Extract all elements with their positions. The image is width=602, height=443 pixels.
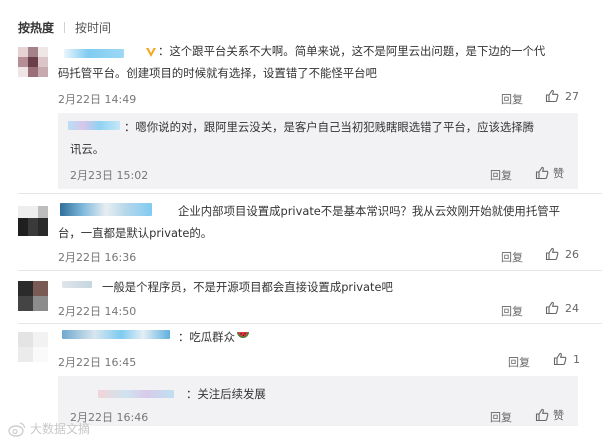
thumbs-up-icon [545, 89, 559, 103]
like-button[interactable]: 赞 [535, 165, 564, 181]
thumbs-up-icon [545, 301, 559, 315]
reply-button[interactable]: 回复 [501, 249, 523, 265]
avatar[interactable] [18, 281, 48, 311]
username-redacted[interactable] [60, 203, 152, 216]
like-button[interactable]: 赞 [535, 407, 564, 423]
thumbs-up-icon [553, 352, 567, 366]
like-button[interactable]: 27 [545, 89, 579, 103]
reply-text: ：嗯你说的对，跟阿里云没关，是客户自己当初犯贱瞎眼选错了平台，应该选择腾 [124, 120, 535, 134]
reply-text: 讯云。 [70, 142, 105, 156]
comment-divider [18, 270, 602, 271]
comment-timestamp: 2月22日 16:45 [58, 356, 137, 369]
avatar[interactable] [18, 332, 48, 362]
reply-button[interactable]: 回复 [490, 167, 512, 183]
username-redacted[interactable] [68, 121, 120, 130]
username-redacted[interactable] [62, 330, 170, 339]
like-count: 24 [565, 301, 579, 315]
like-button[interactable]: 26 [545, 247, 579, 261]
like-label: 赞 [553, 409, 564, 422]
weibo-logo-icon [8, 421, 26, 437]
reply-button[interactable]: 回复 [508, 354, 530, 370]
comment-text: 企业内部项目设置成private不是基本常识吗？我从云效刚开始就使用托管平 [178, 204, 560, 218]
reply-text: ：关注后续发展 [186, 387, 266, 401]
like-button[interactable]: 24 [545, 301, 579, 315]
watermark: 大数据文摘 [8, 420, 90, 437]
thumbs-up-icon [535, 408, 549, 422]
like-button[interactable]: 1 [553, 352, 580, 366]
username-redacted[interactable] [98, 390, 174, 398]
avatar[interactable] [18, 206, 48, 236]
sort-bar: 按热度 按时间 [18, 19, 111, 35]
sort-by-time-tab[interactable]: 按时间 [75, 19, 111, 36]
comment-text: ：吃瓜群众 [178, 327, 250, 347]
comment-divider [18, 323, 602, 324]
thumbs-up-icon [535, 166, 549, 180]
comment-divider [18, 193, 602, 194]
username-redacted[interactable] [62, 281, 92, 288]
avatar[interactable] [18, 47, 48, 77]
like-count: 26 [565, 247, 579, 261]
thumbs-up-icon [545, 247, 559, 261]
sort-separator [64, 21, 66, 33]
comment-text: ：这个跟平台关系不大啊。简单来说，这不是阿里云出问题，是下边的一个代 [158, 44, 546, 58]
comment-text: 一般是个程序员，不是开源项目都会直接设置成private吧 [102, 280, 393, 294]
watermelon-emoji-icon [236, 332, 249, 338]
watermark-text: 大数据文摘 [30, 422, 91, 436]
comment-text-body: ：吃瓜群众 [178, 330, 235, 344]
reply-button[interactable]: 回复 [501, 91, 523, 107]
reply-button[interactable]: 回复 [501, 303, 523, 319]
comment-timestamp: 2月22日 14:50 [58, 305, 137, 318]
like-label: 赞 [553, 167, 564, 180]
sort-by-hot-tab[interactable]: 按热度 [18, 19, 54, 36]
vip-badge-icon [146, 48, 156, 57]
comment-text: 台，一直都是默认private的。 [58, 226, 213, 240]
reply-timestamp: 2月23日 15:02 [70, 169, 149, 182]
like-count: 27 [565, 89, 579, 103]
reply-button[interactable]: 回复 [490, 409, 512, 425]
comment-timestamp: 2月22日 16:36 [58, 251, 137, 264]
comment-timestamp: 2月22日 14:49 [58, 93, 137, 106]
username-redacted[interactable] [64, 49, 124, 58]
like-count: 1 [573, 352, 580, 366]
comment-text: 码托管平台。创建项目的时候就有选择，设置错了不能怪平台吧 [58, 66, 377, 80]
